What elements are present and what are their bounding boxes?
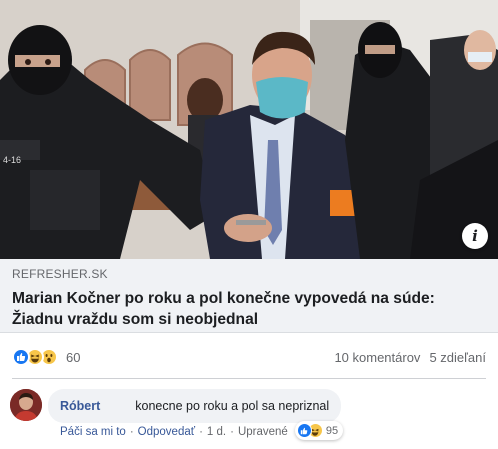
separator: ·	[129, 426, 134, 438]
reaction-icons[interactable]	[12, 348, 58, 366]
post-image[interactable]: 4-16 i	[0, 0, 498, 259]
like-comment-link[interactable]: Páči sa mi to	[60, 426, 126, 438]
link-preview[interactable]: REFRESHER.SK Marian Kočner po roku a pol…	[0, 259, 498, 333]
shares-count[interactable]: 5 zdieľaní	[429, 350, 486, 365]
like-icon	[296, 423, 312, 438]
divider	[12, 378, 486, 379]
comment-reactions[interactable]: 95	[294, 421, 344, 440]
comment-reaction-count: 95	[325, 424, 339, 437]
info-icon[interactable]: i	[462, 223, 488, 249]
svg-text:4-16: 4-16	[3, 155, 21, 165]
comment-time[interactable]: 1 d.	[207, 426, 226, 438]
comment: Róbert konecne po roku a pol sa neprizna…	[10, 389, 344, 440]
courtroom-photo: 4-16	[0, 0, 498, 259]
avatar[interactable]	[10, 389, 42, 421]
comment-body: Róbert konecne po roku a pol sa neprizna…	[48, 389, 344, 440]
like-icon	[12, 348, 30, 366]
reaction-count[interactable]: 60	[66, 350, 80, 365]
link-domain: REFRESHER.SK	[12, 267, 108, 281]
reply-link[interactable]: Odpovedať	[138, 426, 195, 438]
edited-label[interactable]: Upravené	[238, 426, 288, 438]
comments-count[interactable]: 10 komentárov	[334, 350, 420, 365]
separator: ·	[199, 426, 203, 438]
link-headline[interactable]: Marian Kočner po roku a pol konečne vypo…	[12, 288, 486, 330]
separator: ·	[230, 426, 234, 438]
reactions-bar: 60 10 komentárov 5 zdieľaní	[0, 338, 498, 376]
comment-bubble[interactable]: Róbert konecne po roku a pol sa neprizna…	[48, 389, 344, 440]
comment-author[interactable]: Róbert	[60, 399, 100, 413]
post-stats: 10 komentárov 5 zdieľaní	[334, 350, 486, 365]
comment-text: konecne po roku a pol sa nepriznal	[135, 399, 330, 413]
